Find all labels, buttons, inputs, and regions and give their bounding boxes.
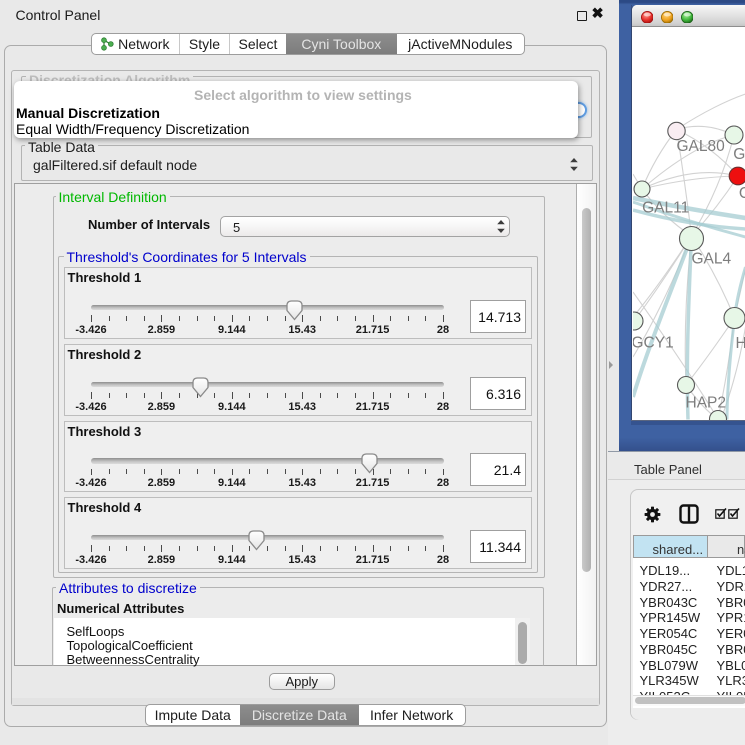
- svg-text:C.: C.: [738, 185, 745, 202]
- svg-text:GAL4: GAL4: [691, 251, 731, 268]
- svg-text:GAL11: GAL11: [642, 200, 689, 217]
- svg-text:GAL80: GAL80: [676, 138, 725, 155]
- svg-text:HAP2: HAP2: [685, 395, 726, 412]
- svg-text:GCY1: GCY1: [633, 335, 674, 352]
- svg-text:HI: HI: [735, 335, 745, 352]
- svg-text:G.: G.: [733, 146, 745, 163]
